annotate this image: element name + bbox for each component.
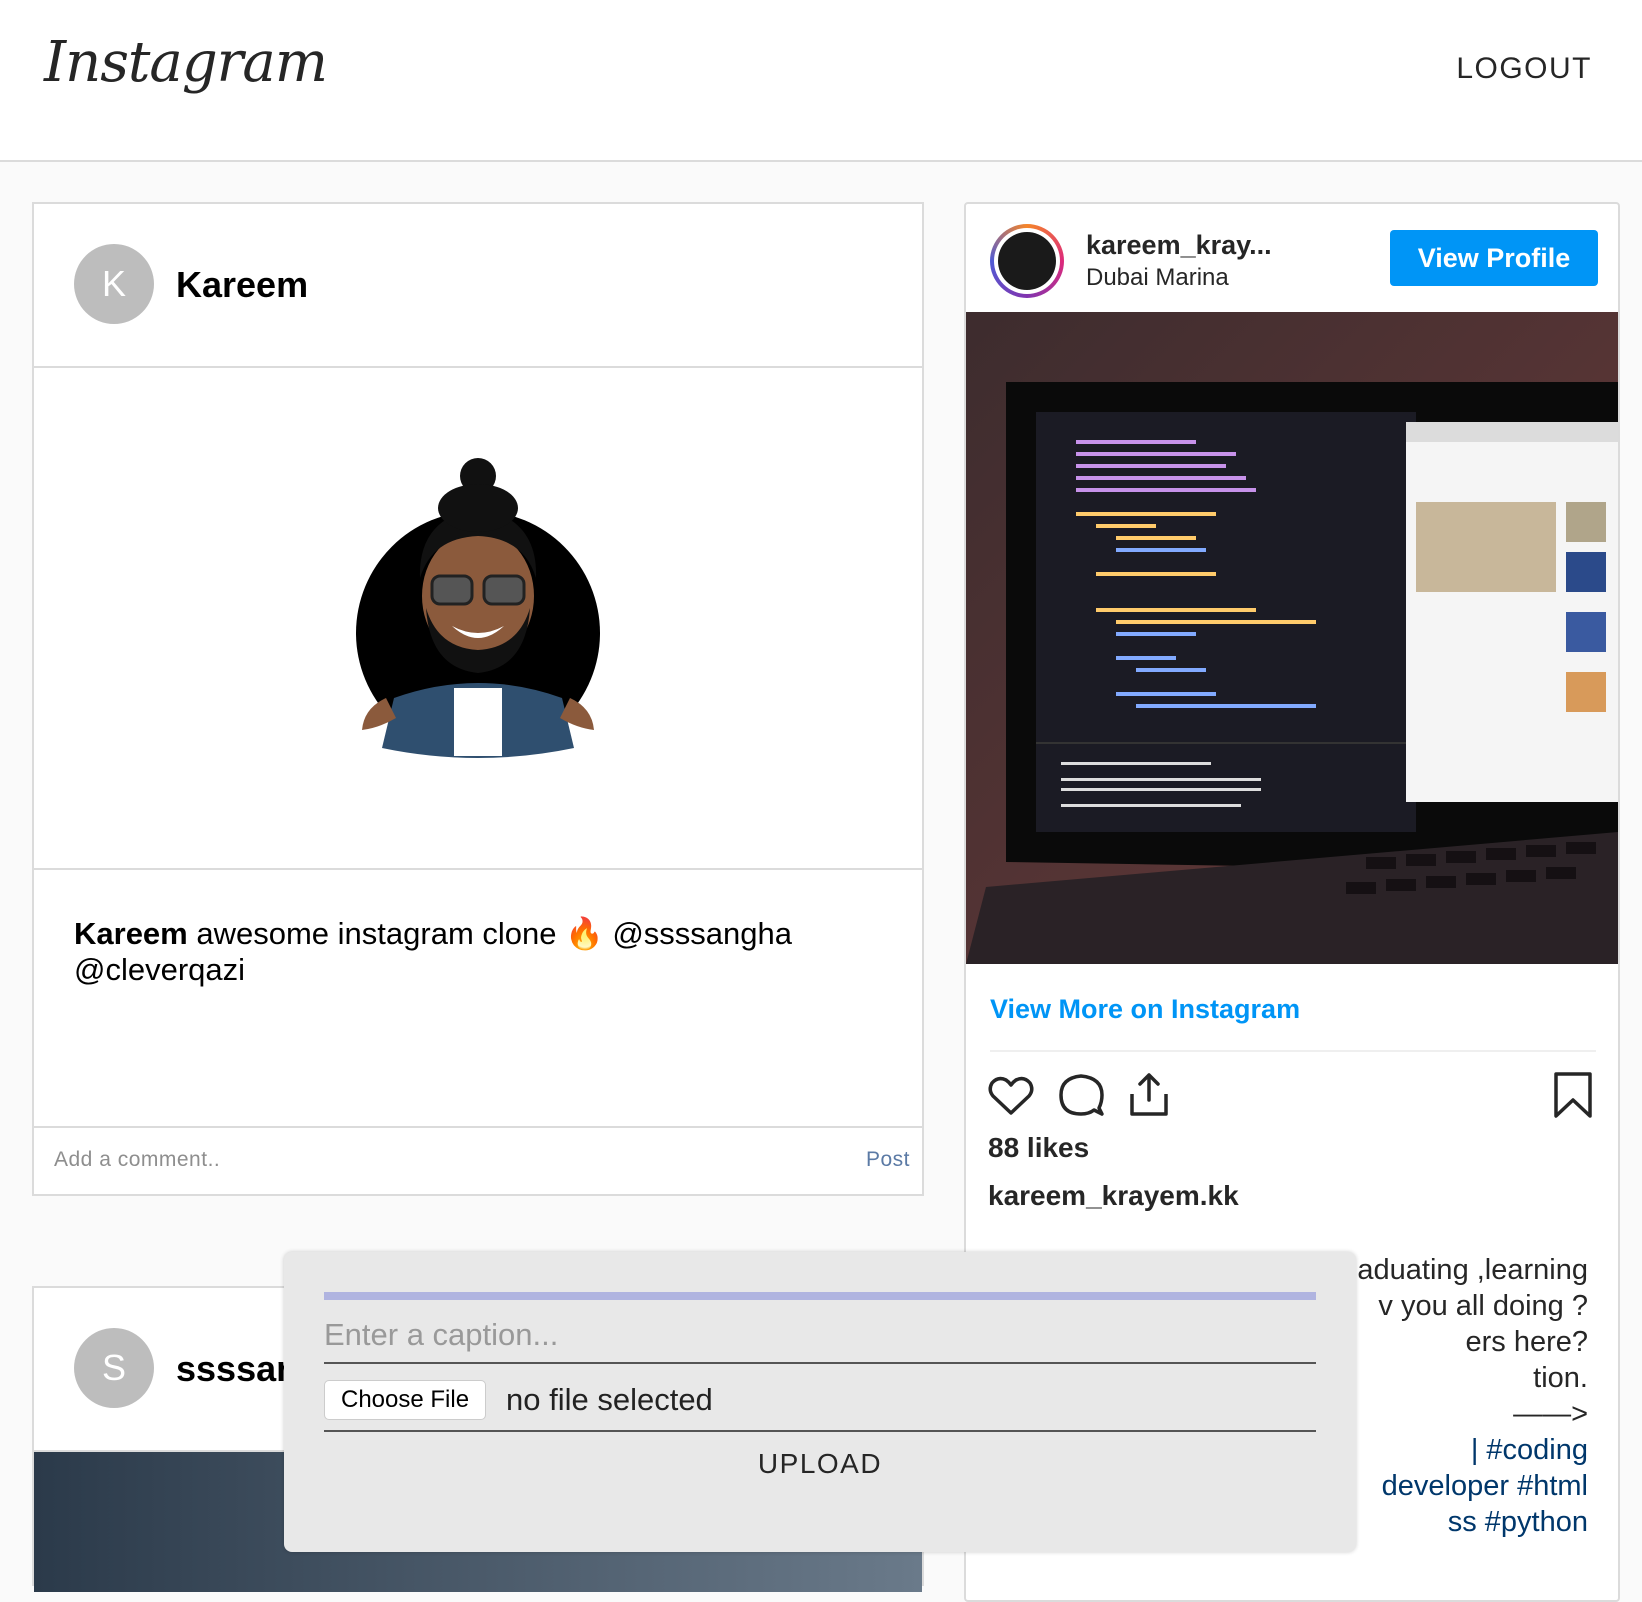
post-username[interactable]: Kareem bbox=[176, 264, 308, 306]
upload-progress-bar bbox=[324, 1292, 1316, 1300]
embed-photo[interactable] bbox=[966, 312, 1618, 964]
comment-icon[interactable] bbox=[1056, 1070, 1106, 1120]
file-input-row: Choose File no file selected bbox=[324, 1374, 1316, 1432]
caption-username[interactable]: Kareem bbox=[74, 916, 188, 951]
embed-avatar[interactable] bbox=[990, 224, 1064, 298]
view-profile-button[interactable]: View Profile bbox=[1390, 230, 1598, 286]
post-card: K Kareem Kareem awesome instagram clone … bbox=[32, 202, 924, 1196]
divider bbox=[990, 1050, 1596, 1052]
share-icon[interactable] bbox=[1124, 1070, 1174, 1120]
comment-input[interactable]: Add a comment.. bbox=[54, 1148, 220, 1172]
post-image bbox=[34, 368, 922, 870]
avatar[interactable]: K bbox=[74, 244, 154, 324]
top-header: Instagram LOGOUT bbox=[0, 0, 1642, 162]
file-status: no file selected bbox=[506, 1382, 713, 1417]
choose-file-button[interactable]: Choose File bbox=[324, 1380, 487, 1420]
caption-input[interactable] bbox=[324, 1308, 1316, 1364]
bookmark-icon[interactable] bbox=[1548, 1070, 1598, 1120]
instagram-logo[interactable]: Instagram bbox=[44, 30, 328, 95]
embed-owner[interactable]: kareem_krayem.kk bbox=[988, 1180, 1239, 1212]
comment-box: Add a comment.. Post bbox=[34, 1126, 922, 1194]
avatar[interactable]: S bbox=[74, 1328, 154, 1408]
post-comment-button[interactable]: Post bbox=[866, 1148, 910, 1172]
upload-modal: Choose File no file selected UPLOAD bbox=[284, 1252, 1356, 1552]
post-caption: Kareem awesome instagram clone 🔥 @ssssan… bbox=[74, 916, 874, 988]
upload-button[interactable]: UPLOAD bbox=[284, 1448, 1356, 1480]
logout-button[interactable]: LOGOUT bbox=[1456, 52, 1592, 86]
post-header: K Kareem bbox=[34, 204, 922, 368]
bitmoji-avatar-image bbox=[356, 458, 600, 758]
likes-count: 88 likes bbox=[988, 1132, 1090, 1163]
embed-location[interactable]: Dubai Marina bbox=[1086, 264, 1229, 292]
laptop-code-image bbox=[966, 312, 1618, 964]
view-more-link[interactable]: View More on Instagram bbox=[990, 994, 1300, 1025]
action-icons bbox=[986, 1070, 1598, 1130]
embed-username[interactable]: kareem_kray... bbox=[1086, 230, 1272, 261]
heart-icon[interactable] bbox=[986, 1070, 1036, 1120]
